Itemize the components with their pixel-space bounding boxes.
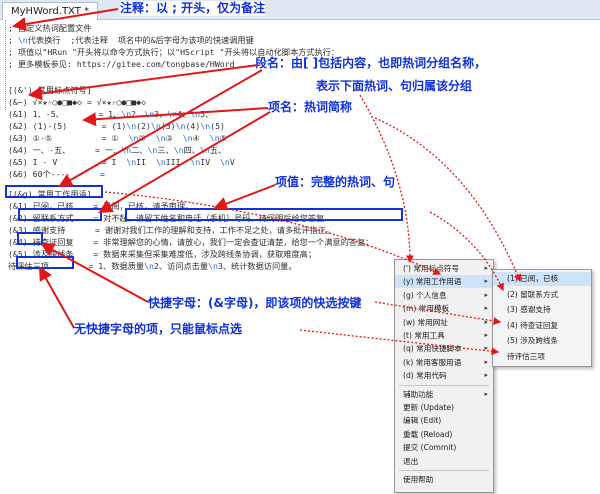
menu-separator xyxy=(399,470,489,471)
comment-gutter-marker xyxy=(0,20,6,110)
menu-item[interactable]: 退出 xyxy=(395,455,493,468)
submenu-arrow-icon: ▸ xyxy=(484,264,488,272)
submenu-arrow-icon: ▸ xyxy=(484,371,488,380)
menu-item[interactable]: (w) 常用网址 ▸ xyxy=(395,316,493,329)
menu-item[interactable]: 编辑 (Edit) xyxy=(395,414,493,427)
submenu-arrow-icon: ▸ xyxy=(484,389,488,398)
item-value-box xyxy=(125,208,403,221)
menu-item-label: (q) 常用快捷脚本 xyxy=(403,344,462,354)
editor-line: ; 自定义热词配置文件 xyxy=(8,23,92,33)
menu-item-label: 使用帮助 xyxy=(403,475,434,484)
submenu-arrow-icon: ▸ xyxy=(484,317,488,326)
menu-item[interactable]: 重载 (Reload) xyxy=(395,428,493,441)
menu-item[interactable]: 提交 (Commit) xyxy=(395,441,493,454)
submenu-arrow-icon: ▸ xyxy=(484,357,488,366)
menu-item[interactable]: (t) 常用工具 ▸ xyxy=(395,329,493,342)
menu-item[interactable]: 辅助功能 ▸ xyxy=(395,388,493,401)
no-shortcut-box xyxy=(16,256,74,269)
editor-line: (&3) ①-⑤ = ① \n② \n③ \n④ \n⑤ xyxy=(8,133,227,143)
menu-item[interactable]: (') 常用标点符号 ▸ xyxy=(395,262,493,275)
menu-item-label: (k) 常用客服用语 xyxy=(403,357,462,367)
submenu-item[interactable]: (4) 待查证回复 xyxy=(493,319,591,333)
shortcut-box xyxy=(17,232,43,245)
menu-item[interactable]: (k) 常用客服用语 ▸ xyxy=(395,356,493,369)
submenu-item[interactable]: (3) 感谢支持 xyxy=(493,303,591,317)
annotation-comment: 注释：以 ; 开头，仅为备注 xyxy=(120,1,266,16)
annotation-section-2: 表示下面热词、句归属该分组 xyxy=(316,79,473,94)
title-bar: MyHWord.TXT * xyxy=(0,0,600,20)
editor-line: (&2) (1)-(5) = (1)\n(2)\n(3)\n(4)\n(5) xyxy=(8,121,225,131)
menu-item-label: (g) 个人信息 xyxy=(403,290,447,300)
menu-item[interactable]: (q) 常用快捷脚本 ▸ xyxy=(395,342,493,355)
annotation-section: 段名：由[ ]包括内容，也即热词分组名称， xyxy=(255,56,487,71)
menu-item[interactable]: (d) 常用代码 ▸ xyxy=(395,369,493,382)
menu-item[interactable]: (g) 个人信息 ▸ xyxy=(395,289,493,302)
submenu-item[interactable]: (2) 留联系方式 xyxy=(493,288,591,302)
submenu-arrow-icon: ▸ xyxy=(484,331,488,339)
item-name-box-2 xyxy=(18,208,102,221)
section-box xyxy=(5,185,103,198)
file-tab[interactable]: MyHWord.TXT * xyxy=(2,2,99,20)
submenu-arrow-icon: ▸ xyxy=(484,290,488,299)
editor-line: (&1) 1、-5、 = 1、\n2、\n3、\n4、\n5、 xyxy=(8,109,214,119)
menu-item-label: 重载 (Reload) xyxy=(403,429,453,439)
submenu-arrow-icon: ▸ xyxy=(484,344,488,353)
menu-item[interactable]: (m) 常用模板 ▸ xyxy=(395,302,493,315)
editor-line: (&4) 待查证回复 = 非常理解您的心情，请放心，我们一定会查证清楚，给您一个… xyxy=(8,237,374,247)
menu-separator xyxy=(399,384,489,386)
menu-item-label: 辅助功能 xyxy=(403,389,434,399)
submenu-item[interactable]: 待评估三项 xyxy=(493,350,591,364)
editor-line: [(&') 常用标点符号] xyxy=(8,85,92,95)
editor-line: (&4) 一、-五、 = 一、\n二、\n三、\n四、\n五、 xyxy=(8,145,227,155)
menu-item-label: 退出 xyxy=(403,456,419,466)
menu-item-label: 提交 (Commit) xyxy=(403,443,457,453)
menu-item[interactable]: (y) 常用工作用语 ▸ xyxy=(395,275,493,289)
menu-item-label: (') 常用标点符号 xyxy=(403,264,459,273)
menu-item-label: (m) 常用模板 xyxy=(403,304,450,314)
editor-line: (&5) I - V = I \nII \nIII \nIV \nV xyxy=(8,157,235,167)
submenu-item[interactable]: (1) 已阅，已核 xyxy=(493,272,591,286)
editor-line: (&6) 60个---- = xyxy=(8,169,105,179)
menu-item-label: (d) 常用代码 xyxy=(403,371,447,381)
menu-item-label: 更新 (Update) xyxy=(403,403,455,412)
menu-item-label: (w) 常用网址 xyxy=(403,317,448,327)
annotation-shortcut: 快捷字母：(&字母)，即该项的快选按键 xyxy=(148,296,362,311)
submenu-item[interactable]: (5) 涉及跨线条 xyxy=(493,334,591,348)
editor-line: ; \n代表换行 ;代表注释 项名中的&后字母为该项的快速调用键 xyxy=(8,35,254,45)
tray-context-menu[interactable]: (') 常用标点符号 ▸ (y) 常用工作用语 ▸ (g) 个人信息 ▸ (m) 常用模板 ▸… xyxy=(394,259,494,493)
submenu-arrow-icon: ▸ xyxy=(484,304,488,313)
annotation-item-name: 项名：热词简称 xyxy=(268,100,353,115)
work-phrases-submenu[interactable]: (1) 已阅，已核 (2) 留联系方式 (3) 感谢支持 (4) 待查证回复 (5) 涉… xyxy=(492,269,592,367)
menu-item-label: 编辑 (Edit) xyxy=(403,416,442,426)
editor-line: (&3) 感谢支持 = 谢谢对我们工作的理解和支持，工作不足之处，请多批评指正。 xyxy=(8,225,335,235)
menu-item-label: (y) 常用工作用语 xyxy=(403,277,462,287)
annotation-no-shortcut: 无快捷字母的项，只能鼠标点选 xyxy=(74,322,243,337)
menu-item-label: (t) 常用工具 xyxy=(403,331,445,340)
submenu-arrow-icon: ▸ xyxy=(484,277,488,286)
editor-line: (&~) √×★☆○●□■◆◇ = √×★☆○●□■◆◇ xyxy=(8,97,147,107)
menu-item[interactable]: 使用帮助 xyxy=(395,473,493,486)
menu-item[interactable]: 更新 (Update) xyxy=(395,401,493,414)
annotation-item-value: 项值：完整的热词、句 xyxy=(275,175,396,190)
editor-line: ; 更多模板参见: https://gitee.com/tongbase/HWo… xyxy=(8,59,235,69)
